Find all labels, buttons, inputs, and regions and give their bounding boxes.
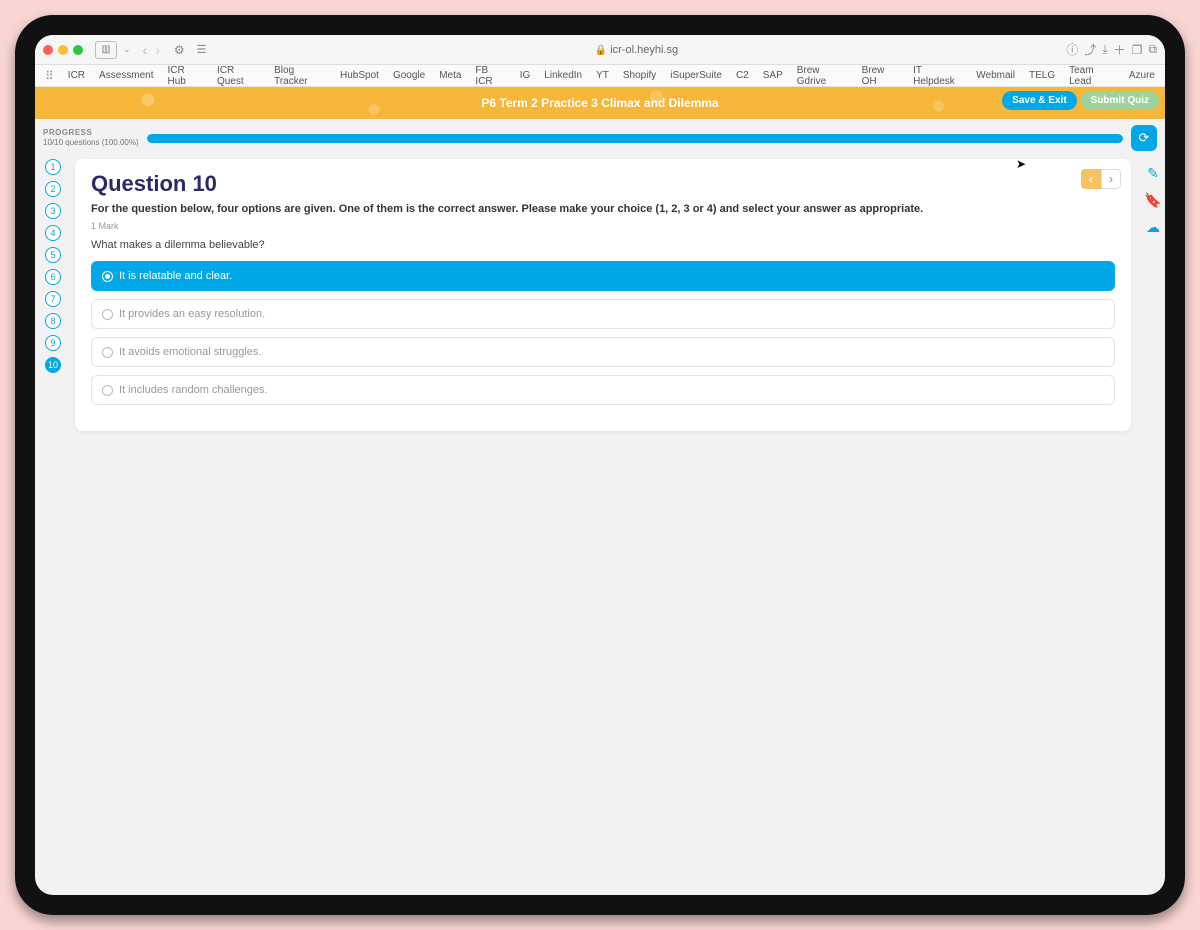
- dropdown-icon[interactable]: ⌄: [123, 44, 131, 55]
- bookmark-item[interactable]: ICR Quest: [217, 65, 260, 87]
- answer-option-1[interactable]: It is relatable and clear.: [91, 261, 1115, 291]
- answer-option-label: It includes random challenges.: [119, 384, 268, 396]
- flag-tool-icon[interactable]: ☁: [1146, 219, 1160, 236]
- question-card: ‹ › Question 10 For the question below, …: [75, 159, 1131, 431]
- bookmark-item[interactable]: iSuperSuite: [670, 70, 722, 81]
- bookmark-tool-icon[interactable]: 🔖: [1144, 192, 1161, 209]
- progress-bar: [147, 134, 1123, 143]
- bookmark-item[interactable]: YT: [596, 70, 609, 81]
- progress-area: PROGRESS 10/10 questions (100.00%) ⟳: [35, 119, 1165, 155]
- answer-option-2[interactable]: It provides an easy resolution.: [91, 299, 1115, 329]
- fullscreen-window-icon[interactable]: [73, 45, 83, 55]
- bookmark-item[interactable]: Assessment: [99, 70, 153, 81]
- bookmark-item[interactable]: Brew OH: [862, 65, 900, 87]
- radio-icon: [102, 347, 113, 358]
- bookmark-item[interactable]: Team Lead: [1069, 65, 1115, 87]
- prev-question-button[interactable]: ‹: [1081, 169, 1101, 189]
- lock-icon: 🔒: [595, 45, 607, 56]
- answer-option-3[interactable]: It avoids emotional struggles.: [91, 337, 1115, 367]
- tabs-overview-icon[interactable]: ⧉: [1148, 42, 1157, 57]
- browser-toolbar: ▥ ⌄ ‹ › ⚙ ☰ 🔒icr-ol.heyhi.sg ⓘ ⤴ ⤓ ＋ ❐ ⧉: [35, 35, 1165, 65]
- tools-rail: ✎ 🔖 ☁: [1141, 155, 1165, 891]
- question-nav-10[interactable]: 10: [45, 357, 61, 373]
- bookmarks-bar: ⠿ ICR Assessment ICR Hub ICR Quest Blog …: [35, 65, 1165, 87]
- tabs-icon[interactable]: ❐: [1132, 43, 1143, 57]
- address-bar[interactable]: 🔒icr-ol.heyhi.sg: [213, 44, 1061, 56]
- bookmark-item[interactable]: HubSpot: [340, 70, 379, 81]
- bookmark-item[interactable]: C2: [736, 70, 749, 81]
- page-settings-icon[interactable]: ⚙: [174, 43, 185, 57]
- radio-icon: [102, 309, 113, 320]
- progress-text: 10/10 questions (100.00%): [43, 138, 139, 148]
- question-nav-5[interactable]: 5: [45, 247, 61, 263]
- url-host: icr-ol.heyhi.sg: [610, 44, 678, 56]
- bookmark-item[interactable]: Blog Tracker: [274, 65, 326, 87]
- question-nav-6[interactable]: 6: [45, 269, 61, 285]
- close-window-icon[interactable]: [43, 45, 53, 55]
- tablet-frame: ▥ ⌄ ‹ › ⚙ ☰ 🔒icr-ol.heyhi.sg ⓘ ⤴ ⤓ ＋ ❐ ⧉…: [15, 15, 1185, 915]
- progress-fill: [147, 134, 1123, 143]
- new-tab-icon[interactable]: ＋: [1114, 41, 1126, 58]
- back-icon[interactable]: ‹: [141, 42, 150, 58]
- bookmark-item[interactable]: Webmail: [976, 70, 1015, 81]
- extensions-icon[interactable]: ☰: [197, 43, 207, 56]
- answer-option-label: It avoids emotional struggles.: [119, 346, 261, 358]
- radio-icon: [102, 271, 113, 282]
- answer-option-label: It is relatable and clear.: [119, 270, 232, 282]
- question-prompt: What makes a dilemma believable?: [91, 239, 1115, 251]
- bookmark-item[interactable]: LinkedIn: [544, 70, 582, 81]
- download-icon[interactable]: ⤓: [1102, 42, 1107, 57]
- bookmark-item[interactable]: ICR Hub: [168, 65, 203, 87]
- bookmark-item[interactable]: Brew Gdrive: [797, 65, 848, 87]
- question-nav-8[interactable]: 8: [45, 313, 61, 329]
- bookmark-item[interactable]: Meta: [439, 70, 461, 81]
- answer-option-label: It provides an easy resolution.: [119, 308, 265, 320]
- quiz-title: P6 Term 2 Practice 3 Climax and Dilemma: [481, 96, 718, 110]
- question-marks: 1 Mark: [91, 221, 1115, 231]
- bookmark-item[interactable]: Azure: [1129, 70, 1155, 81]
- bookmark-item[interactable]: IG: [520, 70, 531, 81]
- question-nav-2[interactable]: 2: [45, 181, 61, 197]
- radio-icon: [102, 385, 113, 396]
- sidebar-toggle-icon[interactable]: ▥: [95, 41, 117, 59]
- apps-grid-icon[interactable]: ⠿: [45, 69, 54, 83]
- question-nav: 1 2 3 4 5 6 7 8 9 10: [39, 155, 61, 891]
- next-question-button[interactable]: ›: [1101, 169, 1121, 189]
- bookmark-item[interactable]: SAP: [763, 70, 783, 81]
- app-header: P6 Term 2 Practice 3 Climax and Dilemma …: [35, 87, 1165, 119]
- question-title: Question 10: [91, 171, 217, 197]
- bookmark-item[interactable]: TELG: [1029, 70, 1055, 81]
- progress-label: PROGRESS: [43, 128, 139, 138]
- question-nav-4[interactable]: 4: [45, 225, 61, 241]
- share-icon[interactable]: ⤴: [1084, 41, 1096, 58]
- forward-icon[interactable]: ›: [153, 42, 162, 58]
- reader-icon[interactable]: ⓘ: [1066, 41, 1078, 58]
- submit-quiz-button[interactable]: Submit Quiz: [1081, 91, 1159, 110]
- bookmark-item[interactable]: Google: [393, 70, 425, 81]
- question-nav-1[interactable]: 1: [45, 159, 61, 175]
- question-nav-7[interactable]: 7: [45, 291, 61, 307]
- answer-option-4[interactable]: It includes random challenges.: [91, 375, 1115, 405]
- bookmark-item[interactable]: IT Helpdesk: [913, 65, 962, 87]
- edit-tool-icon[interactable]: ✎: [1147, 165, 1159, 182]
- bookmark-item[interactable]: ICR: [68, 70, 85, 81]
- window-controls: [43, 45, 83, 55]
- screen: ▥ ⌄ ‹ › ⚙ ☰ 🔒icr-ol.heyhi.sg ⓘ ⤴ ⤓ ＋ ❐ ⧉…: [35, 35, 1165, 895]
- question-nav-9[interactable]: 9: [45, 335, 61, 351]
- bookmark-item[interactable]: FB ICR: [475, 65, 505, 87]
- bookmark-item[interactable]: Shopify: [623, 70, 656, 81]
- question-instruction: For the question below, four options are…: [91, 203, 1115, 215]
- question-nav-3[interactable]: 3: [45, 203, 61, 219]
- minimize-window-icon[interactable]: [58, 45, 68, 55]
- mouse-cursor-icon: ➤: [1016, 157, 1026, 171]
- timer-icon[interactable]: ⟳: [1131, 125, 1157, 151]
- save-exit-button[interactable]: Save & Exit: [1002, 91, 1076, 110]
